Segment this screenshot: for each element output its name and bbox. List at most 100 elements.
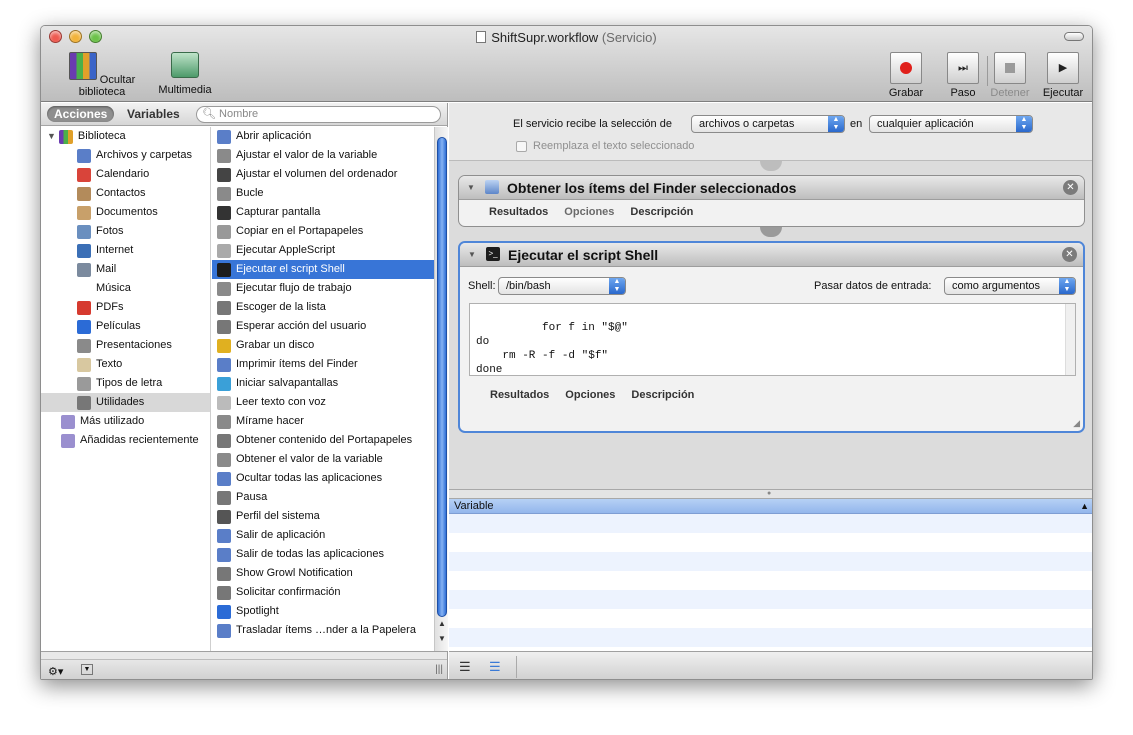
action-item[interactable]: Perfil del sistema <box>212 507 434 526</box>
action-item[interactable]: Ajustar el volumen del ordenador <box>212 165 434 184</box>
list-view-icon[interactable]: ☰ <box>459 659 471 675</box>
card-header[interactable]: ▼ Obtener los ítems del Finder seleccion… <box>459 176 1084 200</box>
tab-results[interactable]: Resultados <box>489 206 548 218</box>
library-category[interactable]: Internet <box>41 241 210 260</box>
action-item[interactable]: Salir de aplicación <box>212 526 434 545</box>
record-icon <box>890 52 922 84</box>
pane-splitter[interactable]: ● <box>449 489 1092 499</box>
collapse-icon[interactable]: ▼ <box>467 183 475 192</box>
log-view-icon[interactable]: ☰ <box>489 659 501 675</box>
library-category[interactable]: Películas <box>41 317 210 336</box>
action-item[interactable]: Spotlight <box>212 602 434 621</box>
action-item[interactable]: Abrir aplicación <box>212 127 434 146</box>
action-item[interactable]: Pausa <box>212 488 434 507</box>
library-category[interactable]: Utilidades <box>41 393 210 412</box>
action-item[interactable]: Capturar pantalla <box>212 203 434 222</box>
actions-scrollbar[interactable]: ▲ ▼ <box>434 127 448 651</box>
action-item[interactable]: Grabar un disco <box>212 336 434 355</box>
tab-results[interactable]: Resultados <box>490 389 549 401</box>
library-bottom-bar: ⚙▾ ▼ ||| <box>41 651 447 679</box>
input-mode-select[interactable]: como argumentos ▲ ▼ <box>944 277 1076 295</box>
action-item[interactable]: Copiar en el Portapapeles <box>212 222 434 241</box>
collapse-icon[interactable]: ▼ <box>468 250 476 259</box>
tab-description[interactable]: Descripción <box>630 206 693 218</box>
search-input[interactable]: Nombre <box>219 108 258 120</box>
tab-variables[interactable]: Variables <box>120 106 187 122</box>
resize-handle-icon[interactable]: ||| <box>435 664 443 675</box>
library-category[interactable]: Calendario <box>41 165 210 184</box>
description-toggle-icon[interactable]: ▼ <box>81 664 93 675</box>
action-item[interactable]: Imprimir ítems del Finder <box>212 355 434 374</box>
receives-select[interactable]: archivos o carpetas ▲ ▼ <box>691 115 845 133</box>
library-category[interactable]: Texto <box>41 355 210 374</box>
variables-table: Variable ▲ <box>449 499 1092 651</box>
library-category[interactable]: PDFs <box>41 298 210 317</box>
library-category[interactable]: Presentaciones <box>41 336 210 355</box>
tab-description[interactable]: Descripción <box>631 389 694 401</box>
select-arrows-icon: ▲ ▼ <box>1016 116 1032 132</box>
library-category[interactable]: Fotos <box>41 222 210 241</box>
record-button[interactable]: Grabar <box>886 52 926 99</box>
search-field[interactable]: 🔍︎ Nombre <box>196 106 441 123</box>
action-item[interactable]: Mírame hacer <box>212 412 434 431</box>
toolbar-toggle-button[interactable] <box>1064 32 1084 41</box>
editor-scrollbar[interactable] <box>1065 304 1075 375</box>
action-item[interactable]: Esperar acción del usuario <box>212 317 434 336</box>
media-icon <box>171 52 199 78</box>
action-icon <box>217 566 231 581</box>
script-editor[interactable]: for f in "$@" do rm -R -f -d "$f" done <box>469 303 1076 376</box>
action-item[interactable]: Solicitar confirmación <box>212 583 434 602</box>
checkbox-icon[interactable] <box>516 140 527 152</box>
sort-ascending-icon[interactable]: ▲ <box>1080 499 1089 514</box>
card-header[interactable]: ▼ >_ Ejecutar el script Shell ✕ <box>460 243 1083 267</box>
library-category[interactable]: Música <box>41 279 210 298</box>
resize-grip-icon[interactable]: ◢ <box>1073 418 1080 429</box>
library-root[interactable]: ▼ Biblioteca <box>41 127 210 146</box>
tab-options[interactable]: Opciones <box>565 389 615 401</box>
shell-select[interactable]: /bin/bash ▲ ▼ <box>498 277 626 295</box>
action-item[interactable]: Salir de todas las aplicaciones <box>212 545 434 564</box>
replace-text-checkbox[interactable]: Reemplaza el texto seleccionado <box>516 140 694 152</box>
media-button[interactable]: Multimedia <box>153 52 217 96</box>
scroll-thumb[interactable] <box>437 137 447 617</box>
hide-library-button[interactable]: Ocultar biblioteca <box>49 52 155 98</box>
library-category[interactable]: Mail <box>41 260 210 279</box>
action-item[interactable]: Ejecutar el script Shell <box>212 260 434 279</box>
movie-icon <box>77 319 91 334</box>
action-icon <box>217 471 231 486</box>
action-item[interactable]: Show Growl Notification <box>212 564 434 583</box>
library-category[interactable]: Tipos de letra <box>41 374 210 393</box>
table-row <box>449 533 1092 552</box>
library-smart-folder[interactable]: Más utilizado <box>41 412 210 431</box>
action-item[interactable]: Leer texto con voz <box>212 393 434 412</box>
tab-actions[interactable]: Acciones <box>47 106 115 122</box>
action-item[interactable]: Ejecutar AppleScript <box>212 241 434 260</box>
library-category[interactable]: Archivos y carpetas <box>41 146 210 165</box>
application-select[interactable]: cualquier aplicación ▲ ▼ <box>869 115 1033 133</box>
stop-button[interactable]: Detener <box>987 52 1033 99</box>
scroll-up-icon[interactable]: ▲ <box>438 619 446 628</box>
action-item[interactable]: Obtener contenido del Portapapeles <box>212 431 434 450</box>
tab-options[interactable]: Opciones <box>564 206 614 218</box>
action-item[interactable]: Escoger de la lista <box>212 298 434 317</box>
variable-column-header[interactable]: Variable ▲ <box>449 499 1092 514</box>
gear-icon[interactable]: ⚙▾ <box>48 665 63 678</box>
close-icon[interactable]: ✕ <box>1063 180 1078 195</box>
scroll-down-icon[interactable]: ▼ <box>438 634 446 643</box>
action-item[interactable]: Obtener el valor de la variable <box>212 450 434 469</box>
step-button[interactable]: ⏭ Paso <box>943 52 983 99</box>
action-item[interactable]: Trasladar ítems …nder a la Papelera <box>212 621 434 640</box>
action-item[interactable]: Ajustar el valor de la variable <box>212 146 434 165</box>
action-card-finder[interactable]: ▼ Obtener los ítems del Finder seleccion… <box>458 175 1085 227</box>
action-item[interactable]: Iniciar salvapantallas <box>212 374 434 393</box>
action-item[interactable]: Ejecutar flujo de trabajo <box>212 279 434 298</box>
library-category[interactable]: Contactos <box>41 184 210 203</box>
action-item[interactable]: Bucle <box>212 184 434 203</box>
document-icon <box>476 31 487 43</box>
library-smart-folder[interactable]: Añadidas recientemente <box>41 431 210 450</box>
close-icon[interactable]: ✕ <box>1062 247 1077 262</box>
library-category[interactable]: Documentos <box>41 203 210 222</box>
action-card-shell[interactable]: ▼ >_ Ejecutar el script Shell ✕ Shell: /… <box>458 241 1085 433</box>
run-button[interactable]: ▶ Ejecutar <box>1041 52 1085 99</box>
action-item[interactable]: Ocultar todas las aplicaciones <box>212 469 434 488</box>
